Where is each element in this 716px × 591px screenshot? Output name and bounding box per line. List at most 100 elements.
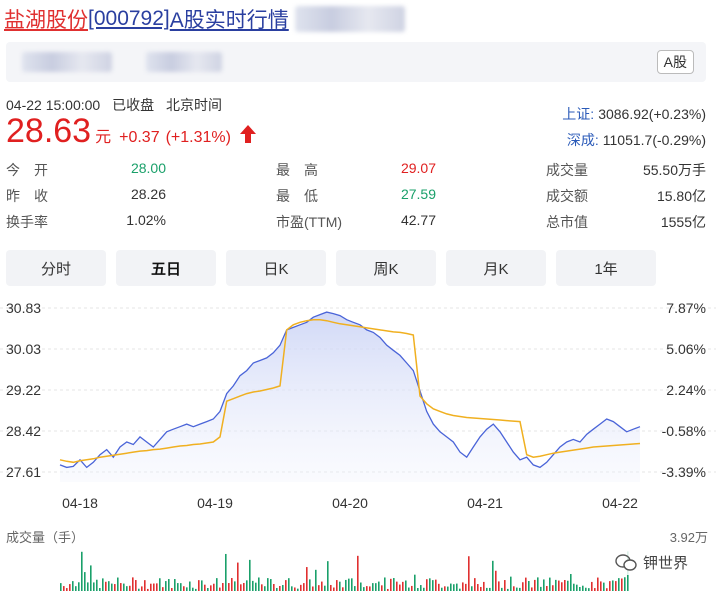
y-tick-right: -0.58% [662, 423, 706, 439]
volume-bar [288, 578, 290, 591]
volume-bar [291, 586, 293, 591]
volume-bar [537, 577, 539, 591]
volume-bar [78, 582, 80, 591]
volume-bar [570, 574, 572, 591]
tab-4[interactable]: 月K [446, 250, 546, 286]
volume-bar [177, 583, 179, 591]
volume-bar [609, 581, 611, 591]
volume-bar [180, 583, 182, 591]
volume-bar [330, 584, 332, 591]
volume-bar [534, 579, 536, 591]
volume-bar [270, 579, 272, 591]
volume-bar [543, 579, 545, 591]
volume-bar [258, 577, 260, 591]
volume-bar [546, 586, 548, 591]
volume-bar [90, 565, 92, 591]
volume-bar [129, 585, 131, 591]
volume-bar [261, 584, 263, 591]
a-share-badge[interactable]: A股 [656, 50, 694, 74]
volume-bar [309, 579, 311, 591]
volume-bar [300, 584, 302, 591]
volume-bar [360, 582, 362, 591]
volume-bar [69, 584, 71, 591]
tab-2[interactable]: 日K [226, 250, 326, 286]
title-suffix-link[interactable]: A股实时行情 [170, 4, 289, 34]
volume-bar [168, 579, 170, 591]
tab-1[interactable]: 五日 [116, 250, 216, 286]
x-tick: 04-18 [62, 495, 98, 511]
index-shenzhen[interactable]: 深成: 11051.7(-0.29%) [567, 130, 706, 150]
volume-bar [96, 579, 98, 591]
stat-value: 15.80亿 [656, 188, 706, 204]
volume-bar [174, 579, 176, 591]
volume-max: 3.92万 [669, 530, 708, 545]
volume-bar [426, 579, 428, 591]
stat-value: 29.07 [400, 160, 436, 176]
volume-bar [342, 587, 344, 591]
tab-3[interactable]: 周K [336, 250, 436, 286]
volume-bar [513, 586, 515, 591]
stat-label: 市盈(TTM) [276, 214, 343, 230]
volume-bars [60, 551, 629, 591]
volume-bar [414, 574, 416, 591]
volume-bar [243, 582, 245, 591]
price-change: +0.37 [119, 129, 160, 146]
volume-bar [429, 578, 431, 591]
watermark: 钾世界 [610, 550, 692, 575]
tab-5[interactable]: 1年 [556, 250, 656, 286]
volume-bar [285, 580, 287, 591]
volume-bar [612, 580, 614, 591]
volume-bar [540, 586, 542, 591]
volume-bar [225, 553, 227, 591]
index-shanghai-label: 上证: [562, 106, 595, 122]
volume-bar [84, 572, 86, 591]
volume-bar [369, 586, 371, 591]
volume-bar [240, 584, 242, 591]
volume-bar [390, 578, 392, 591]
stat-value: 55.50万手 [642, 162, 706, 178]
stock-code-link[interactable]: [000792] [88, 7, 170, 31]
timezone-label: 北京时间 [165, 97, 222, 113]
volume-bar [591, 581, 593, 591]
stat-label: 最 低 [276, 188, 318, 204]
volume-bar [453, 584, 455, 591]
y-tick-left: 28.42 [6, 423, 41, 439]
volume-bar [105, 581, 107, 591]
volume-bar [477, 584, 479, 591]
volume-bar [582, 585, 584, 591]
volume-bar [474, 578, 476, 591]
volume-bar [222, 583, 224, 591]
stock-name-link[interactable]: 盐湖股份 [4, 4, 88, 34]
volume-bar [531, 587, 533, 591]
volume-bar [621, 578, 623, 591]
volume-bar [495, 570, 497, 591]
volume-bar [432, 580, 434, 591]
volume-bar [504, 580, 506, 591]
blurred-title-tail [294, 6, 405, 32]
volume-bar [492, 560, 494, 591]
volume-bar [363, 587, 365, 591]
y-tick-right: 5.06% [666, 341, 706, 357]
stat-label: 昨 收 [6, 188, 48, 204]
volume-bar [444, 586, 446, 591]
volume-bar [153, 583, 155, 591]
chart-svg[interactable]: 30.83 7.87% 30.03 5.06% 29.22 2.24% 28.42 -0.58… [0, 292, 716, 522]
volume-bar [204, 584, 206, 591]
y-tick-right: 2.24% [666, 382, 706, 398]
index-shenzhen-value: 11051.7(-0.29%) [602, 132, 706, 148]
volume-label: 成交量（手） [6, 530, 85, 545]
volume-bar [219, 587, 221, 591]
volume-bar [267, 578, 269, 591]
volume-bar [549, 577, 551, 591]
volume-bar [528, 581, 530, 591]
index-shanghai[interactable]: 上证: 3086.92(+0.23%) [562, 104, 706, 124]
five-day-chart[interactable]: 30.83 7.87% 30.03 5.06% 29.22 2.24% 28.42 -0.58… [0, 292, 716, 522]
volume-bar [282, 585, 284, 591]
volume-bar [273, 583, 275, 591]
volume-bar [111, 583, 113, 591]
market-state: 已收盘 [112, 97, 155, 113]
volume-bar [144, 580, 146, 591]
volume-bar [126, 586, 128, 591]
volume-bar [132, 577, 134, 591]
tab-0[interactable]: 分时 [6, 250, 106, 286]
